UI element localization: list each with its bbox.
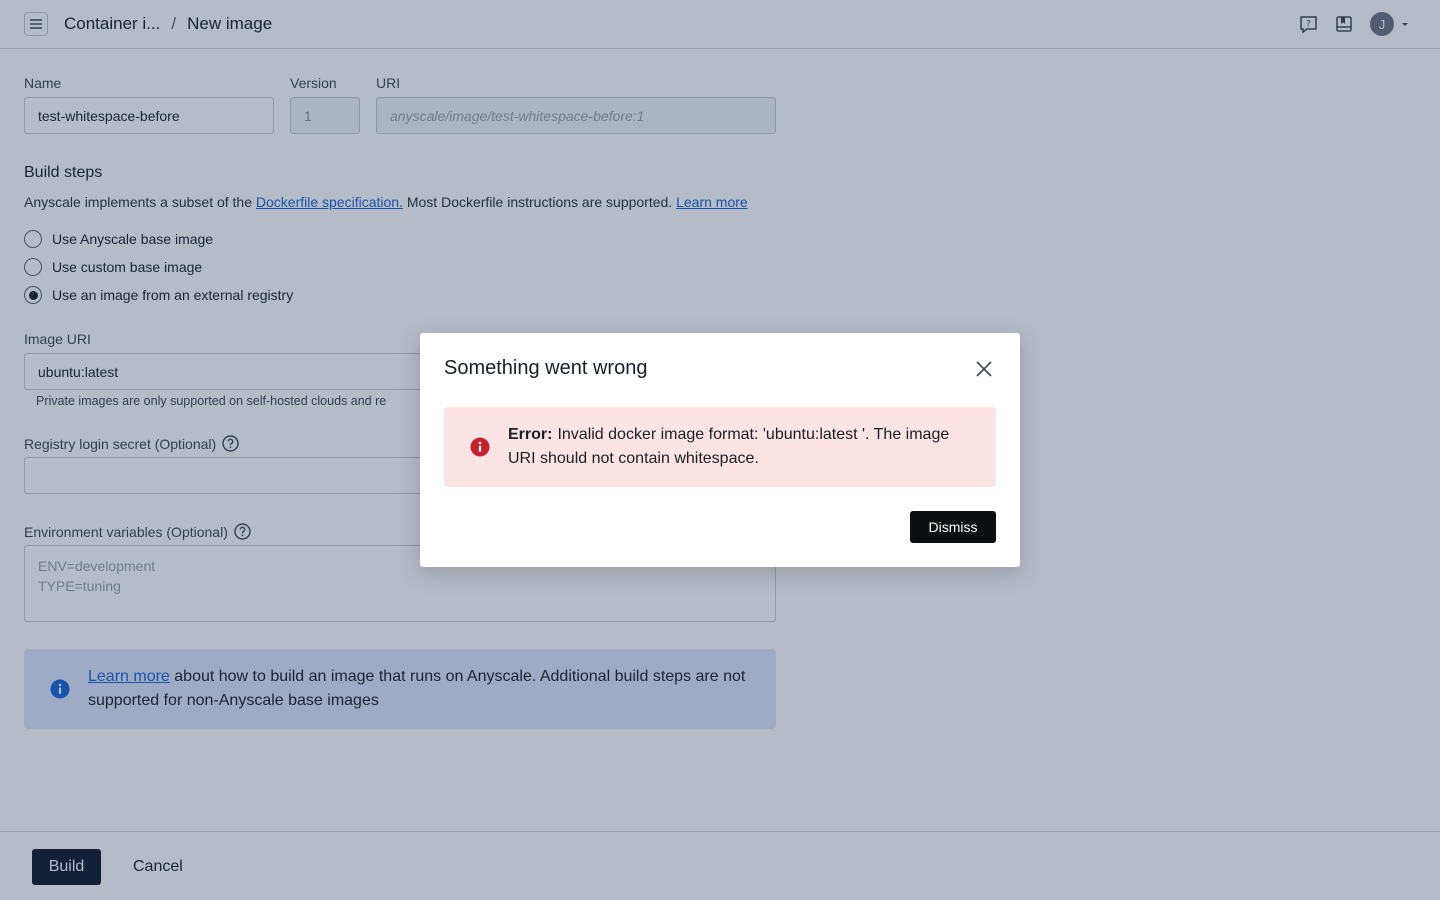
dialog-title: Something went wrong — [444, 357, 648, 379]
dismiss-button[interactable]: Dismiss — [910, 511, 996, 543]
error-dialog: Something went wrong Error: Invalid docke… — [420, 333, 1020, 567]
error-icon — [470, 437, 490, 457]
close-icon[interactable] — [974, 359, 994, 379]
error-message: Invalid docker image format: 'ubuntu:lat… — [508, 426, 950, 467]
error-alert: Error: Invalid docker image format: 'ubun… — [444, 407, 996, 487]
error-label: Error: — [508, 426, 553, 443]
error-text: Error: Invalid docker image format: 'ubun… — [508, 423, 968, 471]
